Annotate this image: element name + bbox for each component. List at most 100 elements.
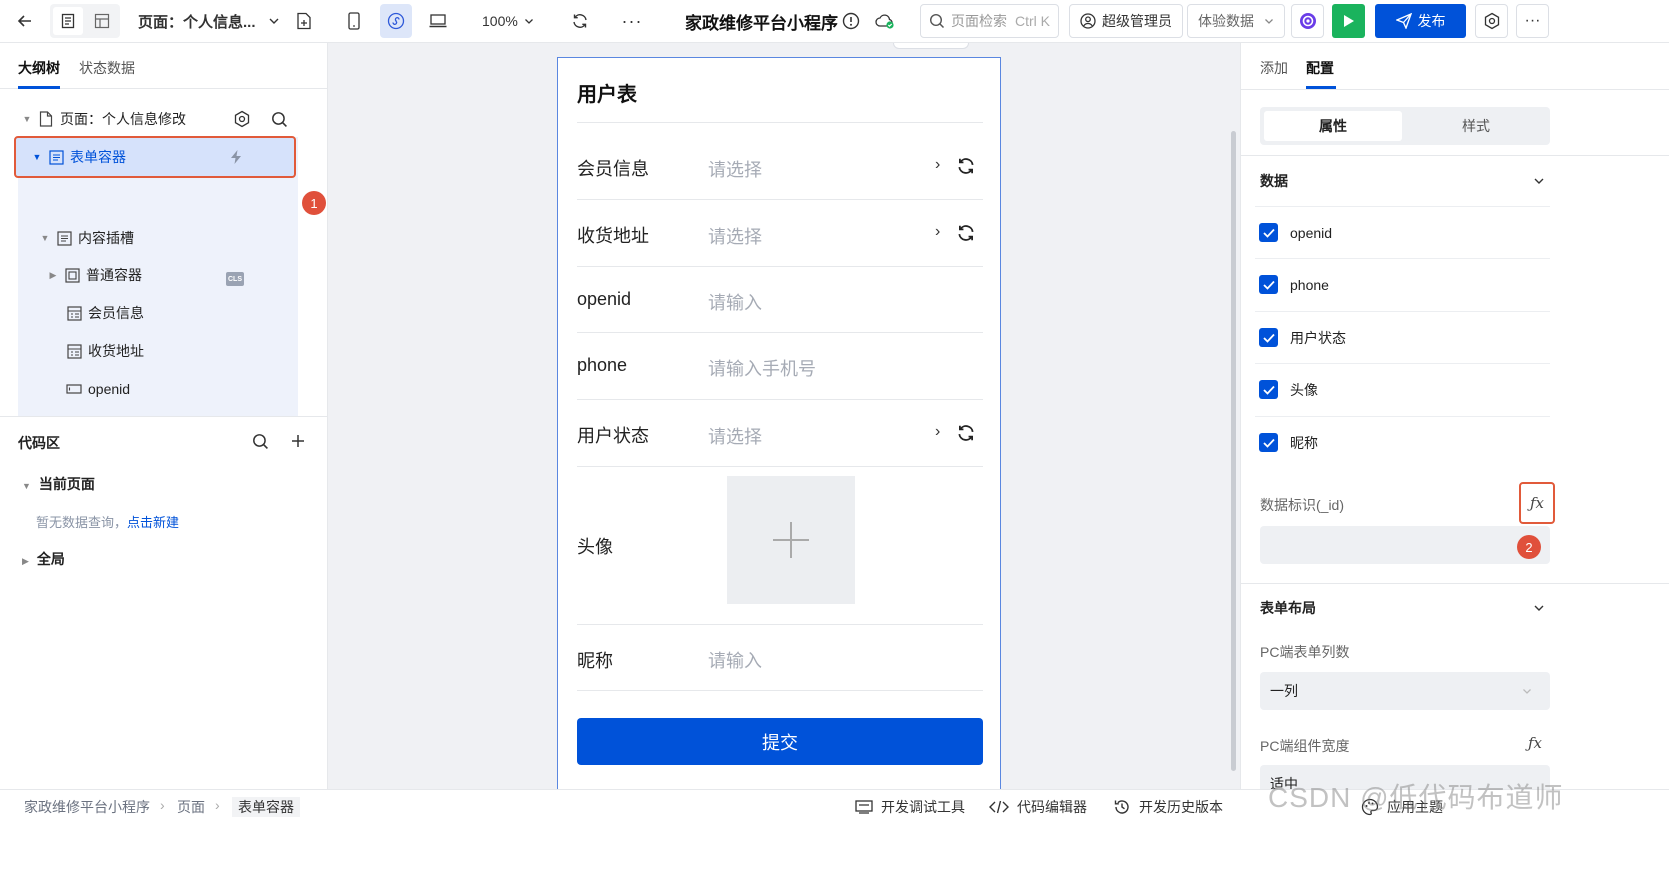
code-section-global[interactable]: ▶ 全局 [22,549,65,569]
avatar-upload[interactable] [727,476,855,604]
tree-node-slot[interactable]: ▼ 内容插槽 [40,220,134,256]
chevron-down-icon[interactable] [1533,174,1545,190]
check-label: openid [1290,224,1333,241]
field-label: 昵称 [577,651,613,671]
pc-columns-select[interactable]: 一列 [1260,672,1550,710]
check-user-status[interactable]: 用户状态 [1255,311,1550,363]
segment-properties[interactable]: 属性 [1264,111,1402,141]
check-avatar[interactable]: 头像 [1255,363,1550,415]
tree-search-icon[interactable] [271,111,288,131]
data-id-input[interactable] [1260,526,1550,564]
publish-button[interactable]: 发布 [1375,4,1466,38]
checkbox-checked-icon[interactable] [1259,275,1278,294]
tree-node-member-info[interactable]: 会员信息 [66,295,144,331]
ai-assistant-icon[interactable] [1291,4,1324,38]
fx-binding-icon[interactable]: ƒx [1519,482,1555,524]
search-placeholder: 页面检索 [951,13,1007,29]
form-row-member-info[interactable]: 会员信息 请选择 › [577,122,983,199]
monitor-icon [855,800,873,814]
tree-node-form-container[interactable]: ▼ 表单容器 [14,136,296,178]
zoom-selector[interactable]: 100% [482,4,534,38]
new-page-icon[interactable] [290,4,318,38]
form-row-openid[interactable]: openid 请输入 [577,266,983,332]
add-code-icon[interactable] [290,433,306,452]
segment-styles[interactable]: 样式 [1406,111,1546,141]
more-options-icon[interactable]: ··· [1516,4,1549,38]
mobile-view-icon[interactable] [340,4,368,38]
form-container-row: ▼ 表单容器 [32,139,126,175]
history-icon [1114,800,1129,814]
tab-outline-tree[interactable]: 大纲树 [18,58,60,78]
admin-role-button[interactable]: 超级管理员 [1069,4,1183,38]
code-editor-tool[interactable]: 代码编辑器 [989,797,1087,817]
preview-run-button[interactable] [1332,4,1365,38]
submit-button[interactable]: 提交 [577,718,983,765]
fx-binding-icon[interactable]: ƒx [1528,734,1542,752]
desktop-view-icon[interactable] [424,4,452,38]
tree-node-address[interactable]: 收货地址 [66,333,144,369]
data-section-title[interactable]: 数据 [1260,171,1288,191]
check-phone[interactable]: phone [1255,258,1550,310]
slot-icon [56,230,72,246]
code-search-icon[interactable] [252,433,269,453]
tree-node-container[interactable]: ▶ 普通容器 [48,257,142,293]
dev-debug-tool[interactable]: 开发调试工具 [855,797,965,817]
data-mode-selector[interactable]: 体验数据 [1187,4,1285,38]
annotation-marker-2: 2 [1517,535,1541,559]
settings-gear-icon[interactable] [1475,4,1508,38]
checkbox-checked-icon[interactable] [1259,433,1278,452]
search-icon [929,13,945,29]
breadcrumb-current[interactable]: 表单容器 [232,797,300,817]
checkbox-checked-icon[interactable] [1259,380,1278,399]
page-search[interactable]: 页面检索 Ctrl K [920,4,1059,38]
field-placeholder[interactable]: 请输入 [708,289,762,315]
check-nickname[interactable]: 昵称 [1255,416,1550,468]
page-selector[interactable]: 页面：个人信息... [138,4,280,38]
info-icon[interactable] [841,4,861,38]
layout-grid-icon[interactable] [87,7,117,35]
form-row-phone[interactable]: phone 请输入手机号 [577,332,983,399]
back-arrow-icon[interactable] [10,4,40,38]
checkbox-checked-icon[interactable] [1259,328,1278,347]
tab-config[interactable]: 配置 [1306,58,1334,78]
data-mode-label: 体验数据 [1198,13,1254,29]
tab-state-data[interactable]: 状态数据 [79,58,135,78]
check-label: 头像 [1290,381,1318,398]
chevron-down-icon[interactable] [1533,601,1545,617]
lightning-icon[interactable] [228,149,244,168]
miniprogram-view-icon[interactable] [380,4,412,38]
page-outline-icon[interactable] [53,7,83,35]
form-row-nickname[interactable]: 昵称 请输入 [577,624,983,691]
form-row-address[interactable]: 收货地址 请选择 › [577,199,983,266]
code-section-current-page[interactable]: ▼ 当前页面 [22,474,95,494]
annotation-marker-1: 1 [302,191,326,215]
tree-node-page[interactable]: ▼ 页面：个人信息修改 [22,101,186,137]
form-layout-section-title[interactable]: 表单布局 [1260,598,1316,618]
canvas-scrollbar[interactable] [1231,131,1236,771]
chevron-right-icon: › [935,156,941,173]
refresh-icon[interactable] [956,423,976,446]
form-preview[interactable]: 用户表 会员信息 请选择 › 收货地址 请选择 › openid 请输入 pho… [557,57,1001,789]
field-placeholder[interactable]: 请输入 [708,647,762,673]
tree-node-openid[interactable]: openid [66,371,130,407]
check-openid[interactable]: openid [1255,206,1550,258]
pc-width-label: PC端组件宽度 [1260,738,1350,754]
form-row-user-status[interactable]: 用户状态 请选择 › [577,399,983,466]
refresh-icon[interactable] [956,156,976,179]
refresh-icon[interactable] [566,4,594,38]
field-placeholder[interactable]: 请输入手机号 [708,355,816,381]
current-page-label: 当前页面 [38,476,95,492]
zoom-value: 100% [482,13,518,29]
create-query-link[interactable]: 点击新建 [127,515,179,530]
pc-columns-label: PC端表单列数 [1260,644,1350,660]
breadcrumb-app[interactable]: 家政维修平台小程序 [24,797,150,817]
history-version-tool[interactable]: 开发历史版本 [1113,797,1223,817]
tree-node-phone[interactable]: +86 phone [66,409,127,416]
checkbox-checked-icon[interactable] [1259,223,1278,242]
form-row-avatar[interactable]: 头像 [577,466,983,624]
refresh-icon[interactable] [956,223,976,246]
more-icon[interactable]: ··· [618,4,646,38]
breadcrumb-page[interactable]: 页面 [177,797,205,817]
tab-add[interactable]: 添加 [1260,58,1288,78]
page-settings-icon[interactable] [233,110,251,131]
